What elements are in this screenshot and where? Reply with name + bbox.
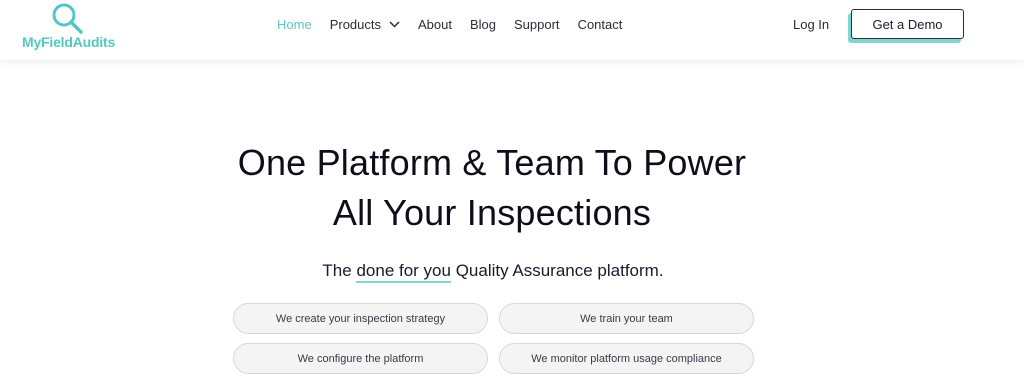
logo[interactable]: MyFieldAudits — [22, 2, 132, 52]
site-header: MyFieldAudits Home Products About Blog S… — [0, 0, 1024, 60]
feature-pill[interactable]: We configure the platform — [233, 343, 488, 374]
subtitle-emphasis: done for you — [356, 261, 451, 283]
nav-support[interactable]: Support — [514, 17, 560, 32]
main-nav: Home Products About Blog Support Contact — [277, 17, 640, 32]
feature-pill[interactable]: We monitor platform usage compliance — [499, 343, 754, 374]
hero-title-line1: One Platform & Team To Power — [237, 142, 747, 183]
nav-blog[interactable]: Blog — [470, 17, 496, 32]
nav-about[interactable]: About — [418, 17, 452, 32]
subtitle-prefix: The — [322, 261, 357, 280]
hero-title-line2-wrap: All Your Inspections — [332, 188, 652, 238]
magnifier-logo-icon — [52, 3, 83, 34]
nav-contact[interactable]: Contact — [578, 17, 623, 32]
chevron-down-icon — [389, 21, 400, 28]
feature-pill[interactable]: We create your inspection strategy — [233, 303, 488, 334]
nav-home[interactable]: Home — [277, 17, 312, 32]
hero-title: One Platform & Team To Power All Your In… — [0, 138, 984, 238]
nav-products[interactable]: Products — [330, 17, 400, 32]
get-demo-button-wrap: Get a Demo — [848, 9, 964, 43]
hero-subtitle: The done for you Quality Assurance platf… — [0, 261, 986, 283]
feature-pill[interactable]: We train your team — [499, 303, 754, 334]
login-link[interactable]: Log In — [793, 17, 829, 32]
get-demo-button[interactable]: Get a Demo — [851, 9, 964, 39]
subtitle-suffix: Quality Assurance platform. — [450, 261, 664, 280]
nav-products-label: Products — [329, 17, 381, 32]
hero-title-line2: All Your Inspections — [332, 192, 652, 233]
logo-text: MyFieldAudits — [22, 34, 116, 50]
